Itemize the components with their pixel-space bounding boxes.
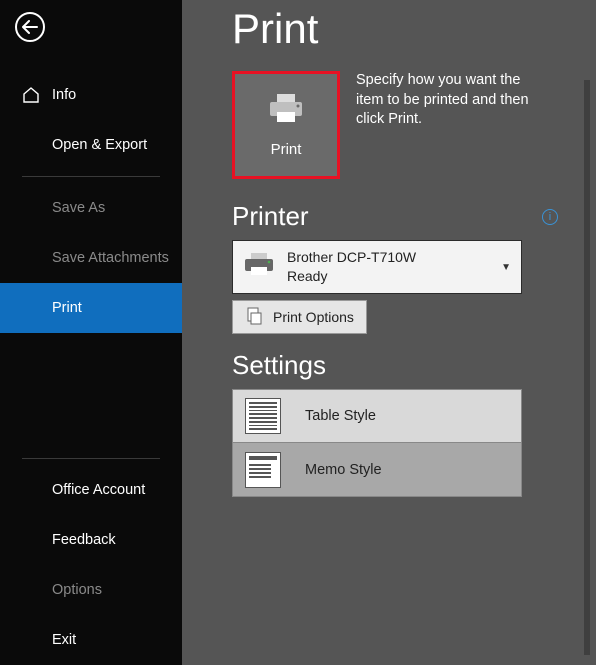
sidebar-item-label: Options bbox=[52, 582, 102, 598]
sidebar-item-exit[interactable]: Exit bbox=[0, 615, 182, 665]
sidebar-item-open-export[interactable]: Open & Export bbox=[0, 120, 182, 170]
memo-style-icon bbox=[245, 452, 281, 488]
sidebar-item-label: Feedback bbox=[52, 532, 116, 548]
sidebar-item-print[interactable]: Print bbox=[0, 283, 182, 333]
print-button-label: Print bbox=[271, 141, 302, 158]
print-options-button[interactable]: Print Options bbox=[232, 300, 367, 334]
sidebar-item-label: Save Attachments bbox=[52, 250, 169, 266]
main-panel: Print Print Specify how you want the ite… bbox=[182, 0, 596, 665]
printer-status: Ready bbox=[287, 267, 489, 286]
sidebar-item-office-account[interactable]: Office Account bbox=[0, 465, 182, 515]
info-icon[interactable]: i bbox=[542, 209, 558, 225]
chevron-down-icon: ▼ bbox=[501, 262, 511, 273]
sidebar-item-label: Info bbox=[52, 87, 76, 103]
arrow-left-icon bbox=[22, 20, 38, 34]
divider bbox=[22, 458, 160, 459]
printer-icon bbox=[243, 252, 275, 283]
printer-icon bbox=[266, 92, 306, 131]
settings-heading: Settings bbox=[232, 350, 326, 381]
sidebar-item-feedback[interactable]: Feedback bbox=[0, 515, 182, 565]
sidebar-item-label: Open & Export bbox=[52, 137, 147, 153]
printer-name: Brother DCP-T710W bbox=[287, 248, 489, 267]
divider bbox=[22, 176, 160, 177]
print-options-label: Print Options bbox=[273, 309, 354, 325]
sidebar-item-label: Office Account bbox=[52, 482, 145, 498]
sidebar-item-options[interactable]: Options bbox=[0, 565, 182, 615]
style-label: Table Style bbox=[305, 408, 376, 424]
back-button[interactable] bbox=[15, 12, 45, 42]
printer-heading: Printer bbox=[232, 201, 309, 232]
style-label: Memo Style bbox=[305, 462, 382, 478]
print-button[interactable]: Print bbox=[232, 71, 340, 179]
page-title: Print bbox=[232, 5, 566, 53]
sidebar-item-label: Print bbox=[52, 300, 82, 316]
home-icon bbox=[22, 86, 40, 104]
style-option-memo[interactable]: Memo Style bbox=[232, 443, 522, 497]
page-icon bbox=[245, 307, 263, 328]
sidebar-item-label: Exit bbox=[52, 632, 76, 648]
style-option-table[interactable]: Table Style bbox=[232, 389, 522, 443]
print-hint: Specify how you want the item to be prin… bbox=[356, 71, 536, 179]
sidebar: Info Open & Export Save As Save Attachme… bbox=[0, 0, 182, 665]
printer-dropdown[interactable]: Brother DCP-T710W Ready ▼ bbox=[232, 240, 522, 294]
sidebar-item-save-as[interactable]: Save As bbox=[0, 183, 182, 233]
scrollbar[interactable] bbox=[584, 80, 590, 655]
table-style-icon bbox=[245, 398, 281, 434]
sidebar-item-info[interactable]: Info bbox=[0, 70, 182, 120]
sidebar-item-label: Save As bbox=[52, 200, 105, 216]
sidebar-item-save-attachments[interactable]: Save Attachments bbox=[0, 233, 182, 283]
